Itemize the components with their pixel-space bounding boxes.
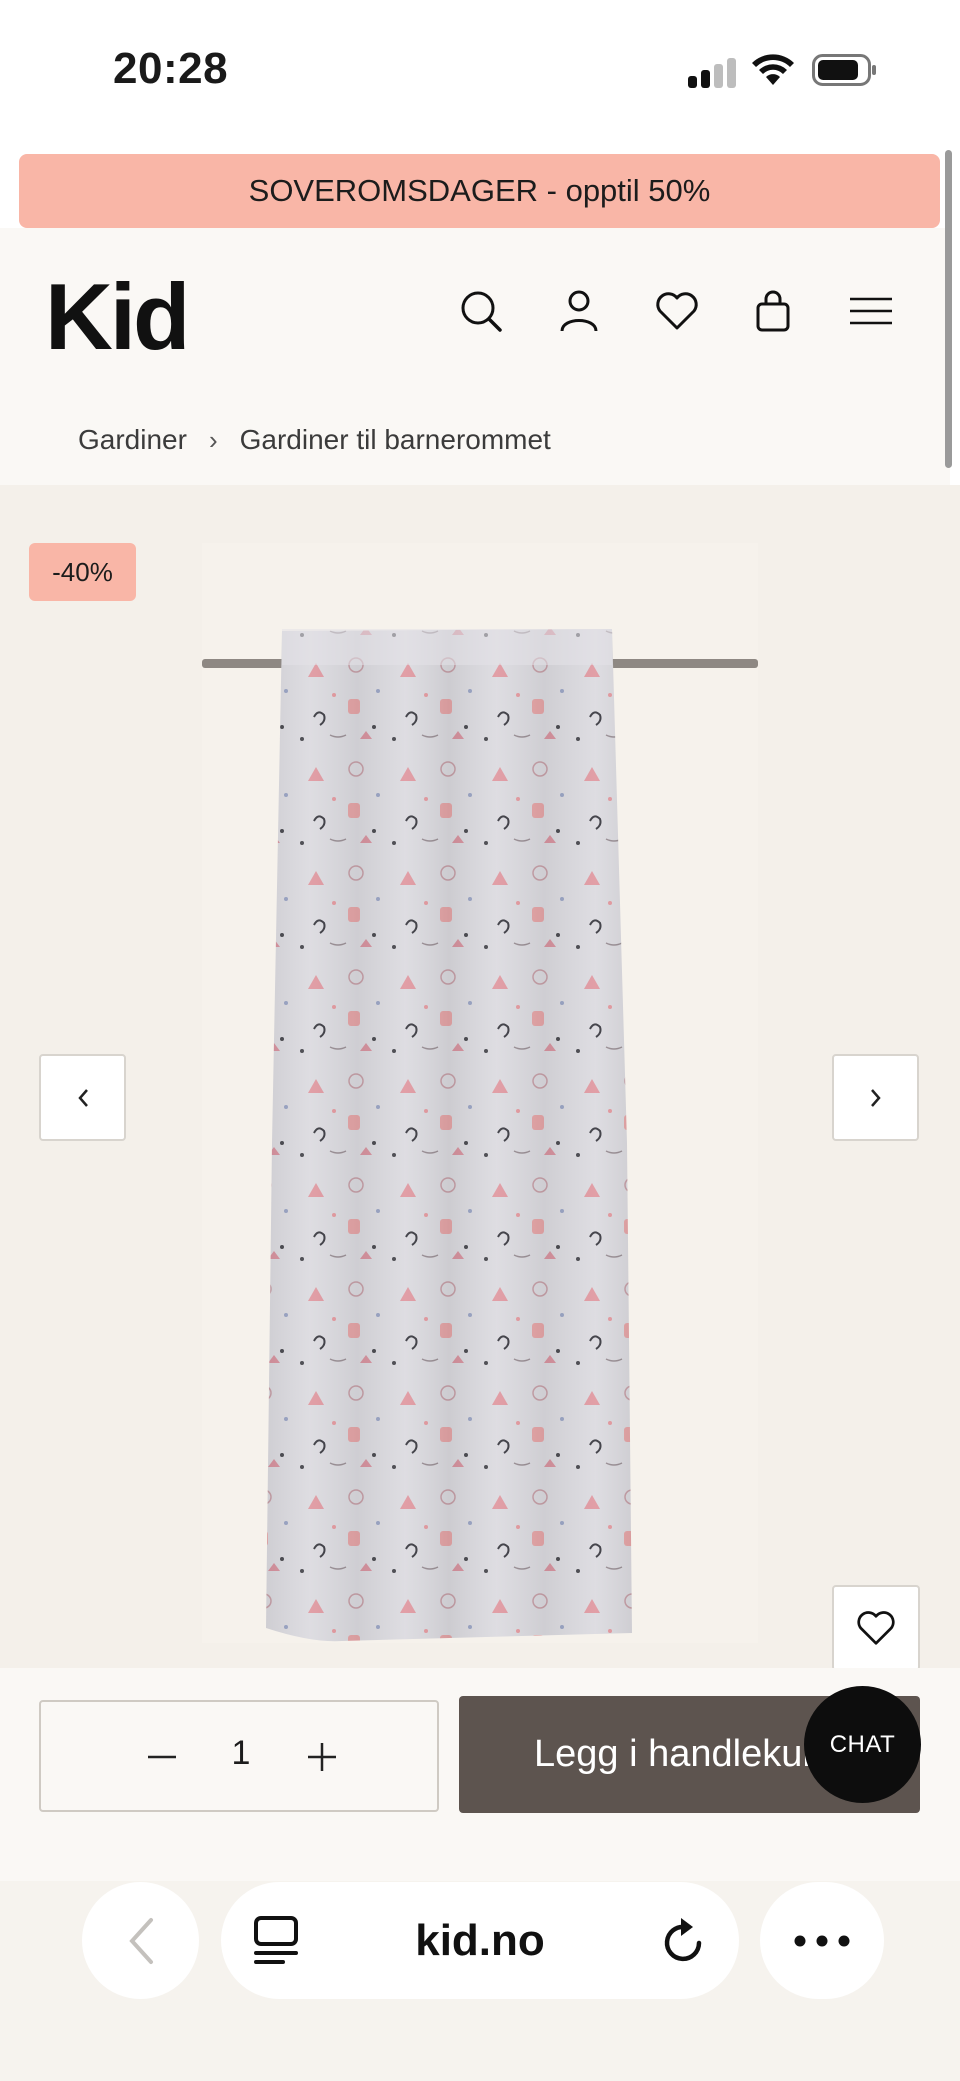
- curtain-image: [202, 629, 758, 1642]
- discount-badge: -40%: [29, 543, 136, 601]
- wifi-icon: [752, 54, 794, 85]
- promo-text: SOVEROMSDAGER - opptil 50%: [248, 173, 711, 208]
- menu-icon[interactable]: [846, 286, 896, 336]
- back-chevron-icon: [128, 1917, 153, 1964]
- add-to-wishlist-button[interactable]: [832, 1585, 920, 1671]
- chevron-right-icon: ›: [208, 424, 218, 455]
- browser-back-button[interactable]: [82, 1882, 199, 1999]
- breadcrumb-item-gardiner-barnerommet[interactable]: Gardiner til barnerommet: [240, 424, 551, 456]
- quantity-value[interactable]: 1: [221, 1734, 261, 1773]
- product-image: [202, 543, 758, 1643]
- tab-overview-icon[interactable]: [253, 1915, 299, 1965]
- quantity-stepper: 1: [39, 1700, 439, 1812]
- status-time: 20:28: [113, 44, 229, 93]
- kid-logo[interactable]: Kid: [45, 263, 190, 371]
- chevron-right-icon: [870, 1088, 881, 1107]
- breadcrumb: Gardiner › Gardiner til barnerommet: [78, 424, 551, 456]
- site-header: Kid Gardiner › Gardiner til barnerommet: [0, 228, 950, 485]
- browser-toolbar: kid.no: [0, 1881, 960, 2081]
- more-options-button[interactable]: [760, 1882, 884, 1999]
- status-bar: 20:28: [0, 0, 960, 145]
- add-to-cart-label: Legg i handlekurv: [534, 1733, 834, 1775]
- address-bar[interactable]: kid.no: [221, 1882, 739, 1999]
- buy-bar: 1 Legg i handlekurv CHAT: [0, 1668, 960, 1881]
- minus-icon: [148, 1755, 176, 1759]
- url-text: kid.no: [415, 1915, 545, 1965]
- reload-icon[interactable]: [661, 1915, 707, 1965]
- heart-icon: [857, 1611, 895, 1645]
- battery-icon: [812, 54, 876, 86]
- increase-quantity-button[interactable]: [297, 1732, 347, 1782]
- promo-banner[interactable]: SOVEROMSDAGER - opptil 50%: [19, 154, 940, 228]
- account-icon[interactable]: [554, 286, 604, 336]
- next-image-button[interactable]: [832, 1054, 919, 1141]
- cellular-signal-icon: [688, 58, 738, 88]
- ellipsis-icon: [794, 1935, 850, 1946]
- chat-button[interactable]: CHAT: [804, 1686, 921, 1803]
- product-gallery: -40%: [0, 485, 960, 1671]
- page-scrollbar[interactable]: [945, 150, 952, 468]
- decrease-quantity-button[interactable]: [137, 1732, 187, 1782]
- search-icon[interactable]: [456, 286, 506, 336]
- wishlist-icon[interactable]: [652, 286, 702, 336]
- cart-icon[interactable]: [748, 286, 798, 336]
- previous-image-button[interactable]: [39, 1054, 126, 1141]
- chat-label: CHAT: [829, 1730, 896, 1758]
- plus-icon: [308, 1743, 336, 1771]
- breadcrumb-item-gardiner[interactable]: Gardiner: [78, 424, 187, 456]
- chevron-left-icon: [77, 1088, 88, 1107]
